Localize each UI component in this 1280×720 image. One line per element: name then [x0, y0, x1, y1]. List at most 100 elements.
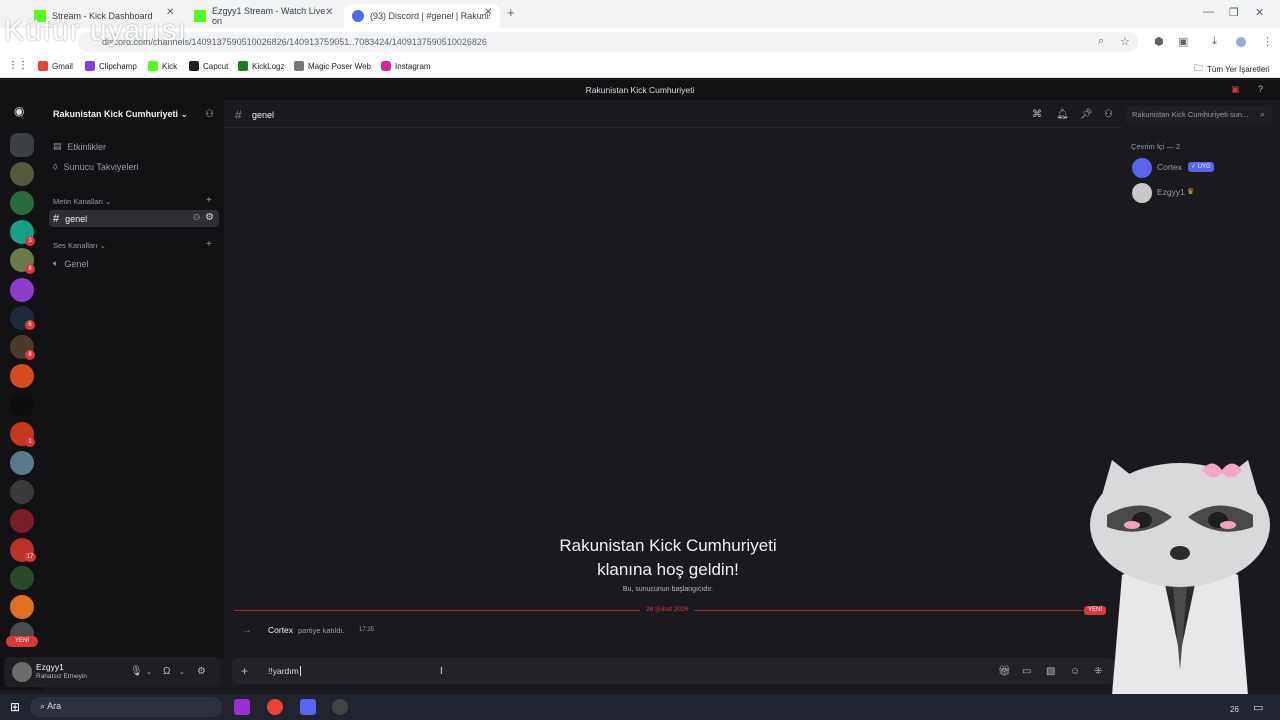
tab-kick-stream[interactable]: Ezgyy1 Stream - Watch Live on — [186, 4, 342, 28]
sidebar-item-events[interactable]: ▤ Etkinlikler — [53, 141, 106, 152]
star-icon[interactable]: ☆ — [1120, 35, 1130, 48]
folder-icon: 🗀 — [1194, 63, 1204, 73]
profile-icon[interactable] — [1236, 37, 1246, 47]
close-icon[interactable]: ✕ — [484, 7, 492, 18]
zoom-icon[interactable]: ⌕ — [1098, 35, 1104, 48]
server-icon[interactable] — [10, 480, 34, 504]
window-close-icon[interactable]: ✕ — [1255, 6, 1264, 19]
new-servers-pill[interactable]: YENİ — [6, 636, 38, 647]
chevron-down-icon[interactable]: ⌄ — [146, 668, 152, 676]
server-name-header[interactable]: Rakunistan Kick Cumhuriyeti ⌄ — [53, 109, 188, 120]
server-icon[interactable] — [10, 451, 34, 475]
download-icon[interactable]: ⤓ — [1212, 35, 1217, 48]
message-composer[interactable] — [232, 658, 1114, 684]
bookmark-kick[interactable]: Kick — [148, 61, 177, 71]
mention-badge: 1 — [25, 437, 35, 447]
sticker-icon[interactable]: ▧ — [1046, 666, 1055, 677]
headphones-icon[interactable]: Ω — [163, 666, 170, 677]
server-icon[interactable] — [10, 566, 34, 590]
bookmark-label: Magic Poser Web — [308, 61, 371, 71]
channel-label: Genel — [64, 258, 89, 269]
instagram-icon — [381, 61, 391, 71]
server-icon[interactable] — [10, 133, 34, 157]
discord-icon[interactable] — [300, 699, 316, 715]
search-input[interactable]: Rakunistan Kick Cumhuriyeti sun... — [1126, 106, 1272, 123]
chrome-icon[interactable] — [267, 699, 283, 715]
server-icon[interactable] — [10, 364, 34, 388]
channel-item-genel[interactable]: # genel — [53, 213, 87, 225]
discord-icon — [352, 10, 364, 22]
obs-icon[interactable] — [332, 699, 348, 715]
emoji-icon[interactable]: ☺ — [1070, 666, 1080, 677]
maximize-icon[interactable]: ❐ — [1229, 6, 1239, 19]
gear-icon[interactable]: ⚙ — [197, 666, 206, 677]
avatar[interactable] — [1132, 158, 1152, 178]
bookmark-gmail[interactable]: Gmail — [38, 61, 73, 71]
member-name[interactable]: Cortex — [1157, 162, 1182, 172]
inbox-icon[interactable]: ▣ — [1231, 84, 1240, 95]
server-icon[interactable] — [10, 162, 34, 186]
bookmark-capcut[interactable]: Capcut — [189, 61, 228, 71]
discord-home-icon[interactable]: ◉ — [14, 104, 24, 118]
bookmark-kicklogz[interactable]: KickLogz — [238, 61, 284, 71]
close-icon[interactable]: ✕ — [325, 7, 333, 18]
all-bookmarks[interactable]: 🗀 Tüm Yer İşaretleri — [1194, 61, 1270, 77]
member-list-icon[interactable]: ⚇ — [1104, 109, 1113, 120]
member-name[interactable]: Ezgyy1 — [1157, 187, 1185, 197]
add-channel-icon[interactable]: + — [206, 195, 212, 206]
channel-item-voice-genel[interactable]: 🔈︎ Genel — [53, 258, 88, 269]
apps-icon[interactable]: ⋮⋮ — [8, 60, 28, 71]
category-voice-channels[interactable]: Ses Kanalları ⌄ — [53, 241, 106, 250]
search-icon[interactable]: ⌕ — [1260, 109, 1265, 120]
bell-icon[interactable]: 🔔︎ — [1056, 109, 1069, 120]
add-member-icon[interactable]: ⚇ — [193, 213, 200, 222]
gif-icon[interactable]: ▭ — [1022, 666, 1031, 677]
welcome-title: Rakunistan Kick Cumhuriyeti klanına hoş … — [500, 534, 836, 582]
address-bar[interactable]: discord.com/channels/1409137590510026826… — [78, 32, 1138, 52]
bookmarks-bar: ⋮⋮ Gmail Clipchamp Kick Capcut KickLogz … — [0, 56, 1280, 78]
taskbar-search[interactable]: ⌕ Ara — [30, 697, 222, 717]
add-attachment-icon[interactable]: + — [241, 664, 248, 678]
message-input[interactable]: !!yardım — [268, 666, 301, 676]
app-icon[interactable] — [234, 699, 250, 715]
join-arrow-icon: → — [242, 625, 252, 636]
mention-badge: 6 — [25, 320, 35, 330]
notification-icon[interactable]: ▭ — [1253, 701, 1263, 714]
help-icon[interactable]: ? — [1258, 84, 1263, 94]
category-text-channels[interactable]: Metin Kanalları ⌄ — [53, 197, 111, 206]
microphone-icon[interactable]: 🎙︎ — [130, 666, 143, 677]
server-icon[interactable] — [10, 191, 34, 215]
windows-start-icon[interactable]: ⊞ — [10, 700, 20, 714]
puzzle-icon[interactable]: ▣ — [1178, 35, 1188, 48]
search-icon: ⌕ — [40, 701, 46, 711]
mention-badge: 8 — [25, 264, 35, 274]
chevron-down-icon[interactable]: ⌄ — [179, 668, 185, 676]
app-tag-badge: ✓ UYG — [1188, 162, 1214, 172]
invite-icon[interactable]: ⚇ — [205, 109, 214, 120]
welcome-line-2: klanına hoş geldin! — [597, 560, 739, 579]
join-username[interactable]: Cortex — [268, 625, 293, 635]
menu-icon[interactable]: ⋮ — [1262, 35, 1273, 48]
minimize-icon[interactable]: — — [1203, 6, 1214, 18]
bookmark-instagram[interactable]: Instagram — [381, 61, 431, 71]
chat-main — [224, 100, 1122, 690]
server-icon[interactable] — [10, 595, 34, 619]
add-channel-icon[interactable]: + — [206, 239, 212, 250]
server-icon[interactable] — [10, 393, 34, 417]
avatar[interactable] — [1132, 183, 1152, 203]
magic-poser-icon — [294, 61, 304, 71]
server-icon[interactable] — [10, 278, 34, 302]
gift-icon[interactable]: 🎁︎ — [998, 666, 1011, 677]
tab-discord[interactable]: (93) Discord | #genel | Rakunist — [344, 4, 500, 28]
bookmark-magic-poser[interactable]: Magic Poser Web — [294, 61, 371, 71]
threads-icon[interactable]: ⌘ — [1032, 109, 1042, 120]
server-icon[interactable] — [10, 509, 34, 533]
extension-icon[interactable]: ⬢ — [1154, 35, 1164, 48]
tab-label: (93) Discord | #genel | Rakunist — [370, 11, 490, 21]
sidebar-item-boosts[interactable]: ◊ Sunucu Takviyeleri — [53, 162, 138, 172]
gear-icon[interactable]: ⚙ — [205, 212, 214, 223]
bookmark-clipchamp[interactable]: Clipchamp — [85, 61, 137, 71]
avatar[interactable] — [12, 662, 32, 682]
new-tab-icon[interactable]: + — [507, 5, 515, 20]
pin-icon[interactable]: 📌︎ — [1080, 109, 1093, 120]
